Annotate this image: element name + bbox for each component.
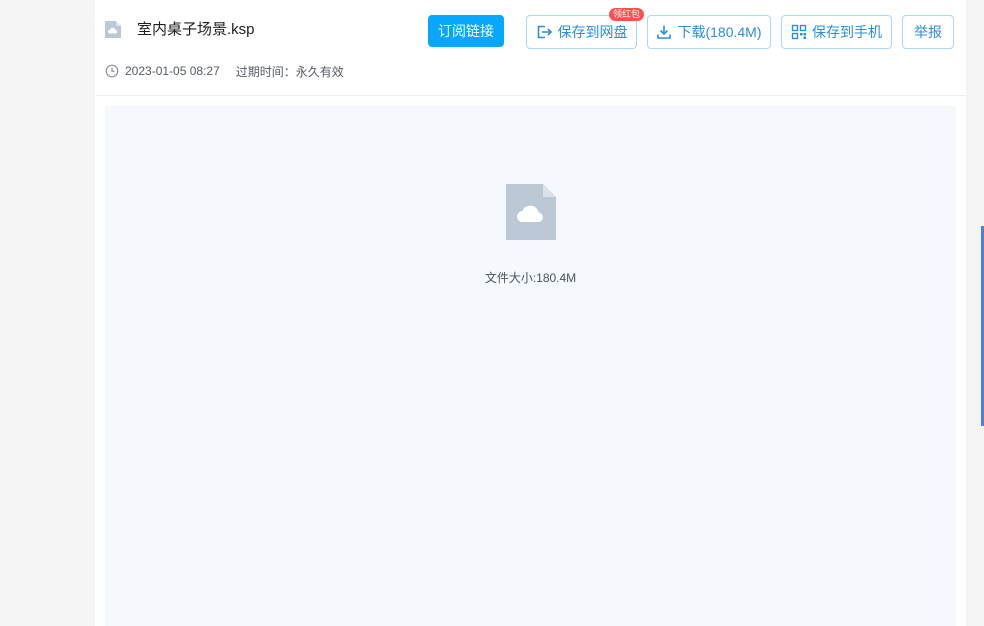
red-packet-badge: 领红包 xyxy=(608,8,644,21)
save-to-disk-button[interactable]: 保存到网盘 领红包 xyxy=(526,8,644,49)
clock-icon xyxy=(105,64,119,78)
save-to-phone-button[interactable]: 保存到手机 xyxy=(781,15,892,49)
expire-time: 过期时间：永久有效 xyxy=(235,64,344,79)
report-button[interactable]: 举报 xyxy=(902,15,954,49)
file-header: 室内桌子场景.ksp 2023-01-05 08:27 过期时间：永久有效 订阅… xyxy=(95,0,966,96)
download-icon xyxy=(657,25,672,39)
save-to-cloud-icon xyxy=(537,25,552,39)
save-to-disk-label: 保存到网盘 xyxy=(557,24,628,40)
download-label: 下载(180.4M) xyxy=(677,24,762,40)
file-size: 文件大小:180.4M xyxy=(484,271,577,285)
file-cloud-icon xyxy=(105,21,121,38)
subscribe-label: 订阅链接 xyxy=(438,23,494,39)
file-preview-area: 文件大小:180.4M xyxy=(105,106,956,626)
file-share-panel: 室内桌子场景.ksp 2023-01-05 08:27 过期时间：永久有效 订阅… xyxy=(95,0,966,626)
subscribe-button[interactable]: 订阅链接 xyxy=(428,15,504,47)
share-date: 2023-01-05 08:27 xyxy=(125,64,220,78)
file-name: 室内桌子场景.ksp xyxy=(137,21,255,38)
qr-code-icon xyxy=(791,24,807,40)
file-cloud-icon xyxy=(506,184,556,240)
download-button[interactable]: 下载(180.4M) xyxy=(647,15,771,49)
file-meta: 2023-01-05 08:27 过期时间：永久有效 xyxy=(105,62,344,80)
save-to-phone-label: 保存到手机 xyxy=(812,24,882,40)
report-label: 举报 xyxy=(914,24,942,40)
